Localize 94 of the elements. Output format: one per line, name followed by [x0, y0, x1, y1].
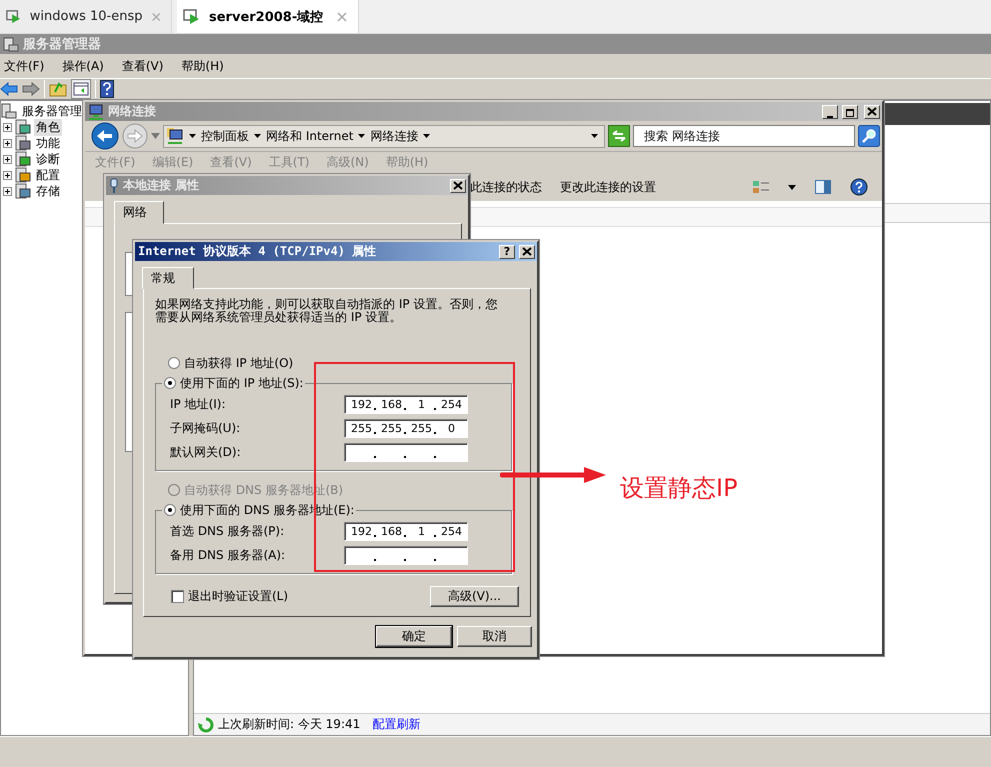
breadcrumb-item[interactable]: 控制面板 — [201, 128, 249, 144]
caret-icon[interactable] — [591, 134, 598, 138]
close-button[interactable] — [864, 104, 880, 118]
tree-item[interactable]: 角色 — [34, 118, 62, 136]
network-icon — [166, 127, 184, 145]
close-button[interactable] — [450, 178, 466, 192]
server-icon — [3, 36, 19, 52]
breadcrumb-item[interactable]: 网络和 Internet — [266, 128, 354, 144]
menu-item[interactable]: 查看(V) — [120, 58, 172, 74]
field-label: 默认网关(D): — [170, 444, 242, 460]
radio-label[interactable]: 自动获得 IP 地址(O) — [184, 354, 294, 372]
refresh-link[interactable]: 配置刷新 — [372, 716, 420, 733]
ip-address-field[interactable]: 255 255 255 0 — [344, 418, 468, 438]
refresh-button[interactable] — [608, 125, 630, 147]
console-icon[interactable] — [71, 79, 91, 99]
menu-item[interactable]: 文件(F) — [2, 58, 52, 74]
caret-icon[interactable] — [189, 134, 196, 138]
description-text: 如果网络支持此功能，则可以获取自动指派的 IP 设置。否则，您需要从网络系统管理员处获得适当的 IP 设置。 — [155, 298, 498, 324]
tree-item[interactable]: 配置 — [34, 166, 62, 184]
search-button[interactable] — [858, 125, 880, 147]
field-label: 首选 DNS 服务器(P): — [170, 522, 286, 540]
maximize-icon — [845, 108, 855, 118]
menu-item[interactable]: 帮助(H) — [179, 58, 232, 74]
forward-arrow-icon[interactable] — [22, 81, 40, 97]
close-icon — [451, 178, 465, 192]
ok-button[interactable]: 确定 — [376, 626, 452, 647]
close-icon — [865, 104, 879, 118]
browser-tab[interactable]: server2008-域控 — [177, 0, 359, 33]
vm-icon — [183, 8, 201, 24]
checkbox-label[interactable]: 退出时验证设置(L) — [188, 588, 288, 605]
status-text: 上次刷新时间: 今天 19:41 — [218, 716, 360, 733]
tree-item[interactable]: 功能 — [34, 134, 62, 152]
radio-button[interactable] — [164, 377, 176, 389]
tab[interactable]: 网络 — [114, 201, 164, 224]
ip-address-field[interactable] — [344, 546, 468, 564]
dialog-title: 本地连接 属性 — [123, 177, 200, 194]
caret-icon[interactable] — [423, 134, 430, 138]
preview-pane-icon[interactable] — [814, 179, 832, 195]
minimize-button[interactable] — [822, 104, 838, 118]
ip-address-field[interactable]: 192 168 1 254 — [344, 522, 468, 540]
address-bar[interactable]: 控制面板 网络和 Internet 网络连接 — [163, 124, 605, 148]
radio-label[interactable]: 使用下面的 IP 地址(S): — [180, 374, 304, 392]
checkbox[interactable] — [171, 590, 184, 603]
search-field[interactable]: 搜索 网络连接 — [633, 125, 855, 147]
ip-address-field[interactable]: 192 168 1 254 — [344, 394, 468, 414]
tree-item-icon — [15, 151, 31, 167]
refresh-icon — [198, 716, 214, 732]
advanced-button[interactable]: 高级(V)... — [430, 586, 519, 607]
caret-icon[interactable] — [788, 184, 796, 190]
radio-button[interactable] — [168, 357, 180, 369]
dialog-title: Internet 协议版本 4 (TCP/IPv4) 属性 — [138, 243, 378, 260]
browser-tab[interactable]: windows 10-ensp — [0, 0, 172, 33]
expander-icon[interactable] — [3, 170, 12, 180]
help-icon[interactable] — [850, 178, 868, 196]
view-icon[interactable] — [752, 179, 770, 195]
tree-item-icon — [15, 135, 31, 151]
tree-item-icon — [15, 119, 31, 135]
expander-icon[interactable] — [3, 122, 12, 132]
tree-item-icon — [15, 183, 31, 199]
annotation-label: 设置静态IP — [620, 473, 738, 504]
window-title: 网络连接 — [108, 103, 157, 120]
maximize-button[interactable] — [842, 104, 858, 118]
window-title: 服务器管理器 — [23, 36, 102, 53]
field-label: 备用 DNS 服务器(A): — [170, 546, 286, 564]
vm-icon — [6, 8, 22, 24]
field-label: 子网掩码(U): — [170, 420, 242, 436]
back-button[interactable] — [91, 122, 119, 150]
server-icon — [1, 103, 17, 119]
minimize-icon — [827, 116, 833, 118]
expander-icon[interactable] — [3, 138, 12, 148]
tree-item[interactable]: 服务器管理 — [20, 102, 84, 120]
caret-icon[interactable] — [254, 134, 261, 138]
cancel-button[interactable]: 取消 — [457, 626, 532, 647]
help-button[interactable]: ? — [499, 244, 515, 258]
menu-item[interactable]: 操作(A) — [60, 58, 112, 74]
help-icon[interactable] — [100, 80, 114, 98]
ip-address-field[interactable] — [344, 442, 468, 462]
command-item[interactable]: 此连接的状态 — [470, 178, 542, 196]
back-arrow-icon[interactable] — [0, 81, 18, 97]
command-item[interactable]: 更改此连接的设置 — [560, 178, 656, 196]
close-button[interactable] — [519, 244, 535, 258]
network-icon — [88, 104, 104, 120]
tree-item[interactable]: 存储 — [34, 182, 62, 200]
expander-icon[interactable] — [3, 186, 12, 196]
breadcrumb-item[interactable]: 网络连接 — [370, 128, 418, 144]
tree-item-icon — [15, 167, 31, 183]
tree-item[interactable]: 诊断 — [34, 150, 62, 168]
expander-icon[interactable] — [3, 154, 12, 164]
plug-icon — [109, 178, 119, 194]
caret-icon[interactable] — [358, 134, 366, 138]
tab[interactable]: 常规 — [142, 267, 194, 289]
field-label: IP 地址(I): — [170, 396, 227, 412]
close-icon — [520, 244, 534, 258]
radio-button[interactable] — [164, 504, 176, 516]
